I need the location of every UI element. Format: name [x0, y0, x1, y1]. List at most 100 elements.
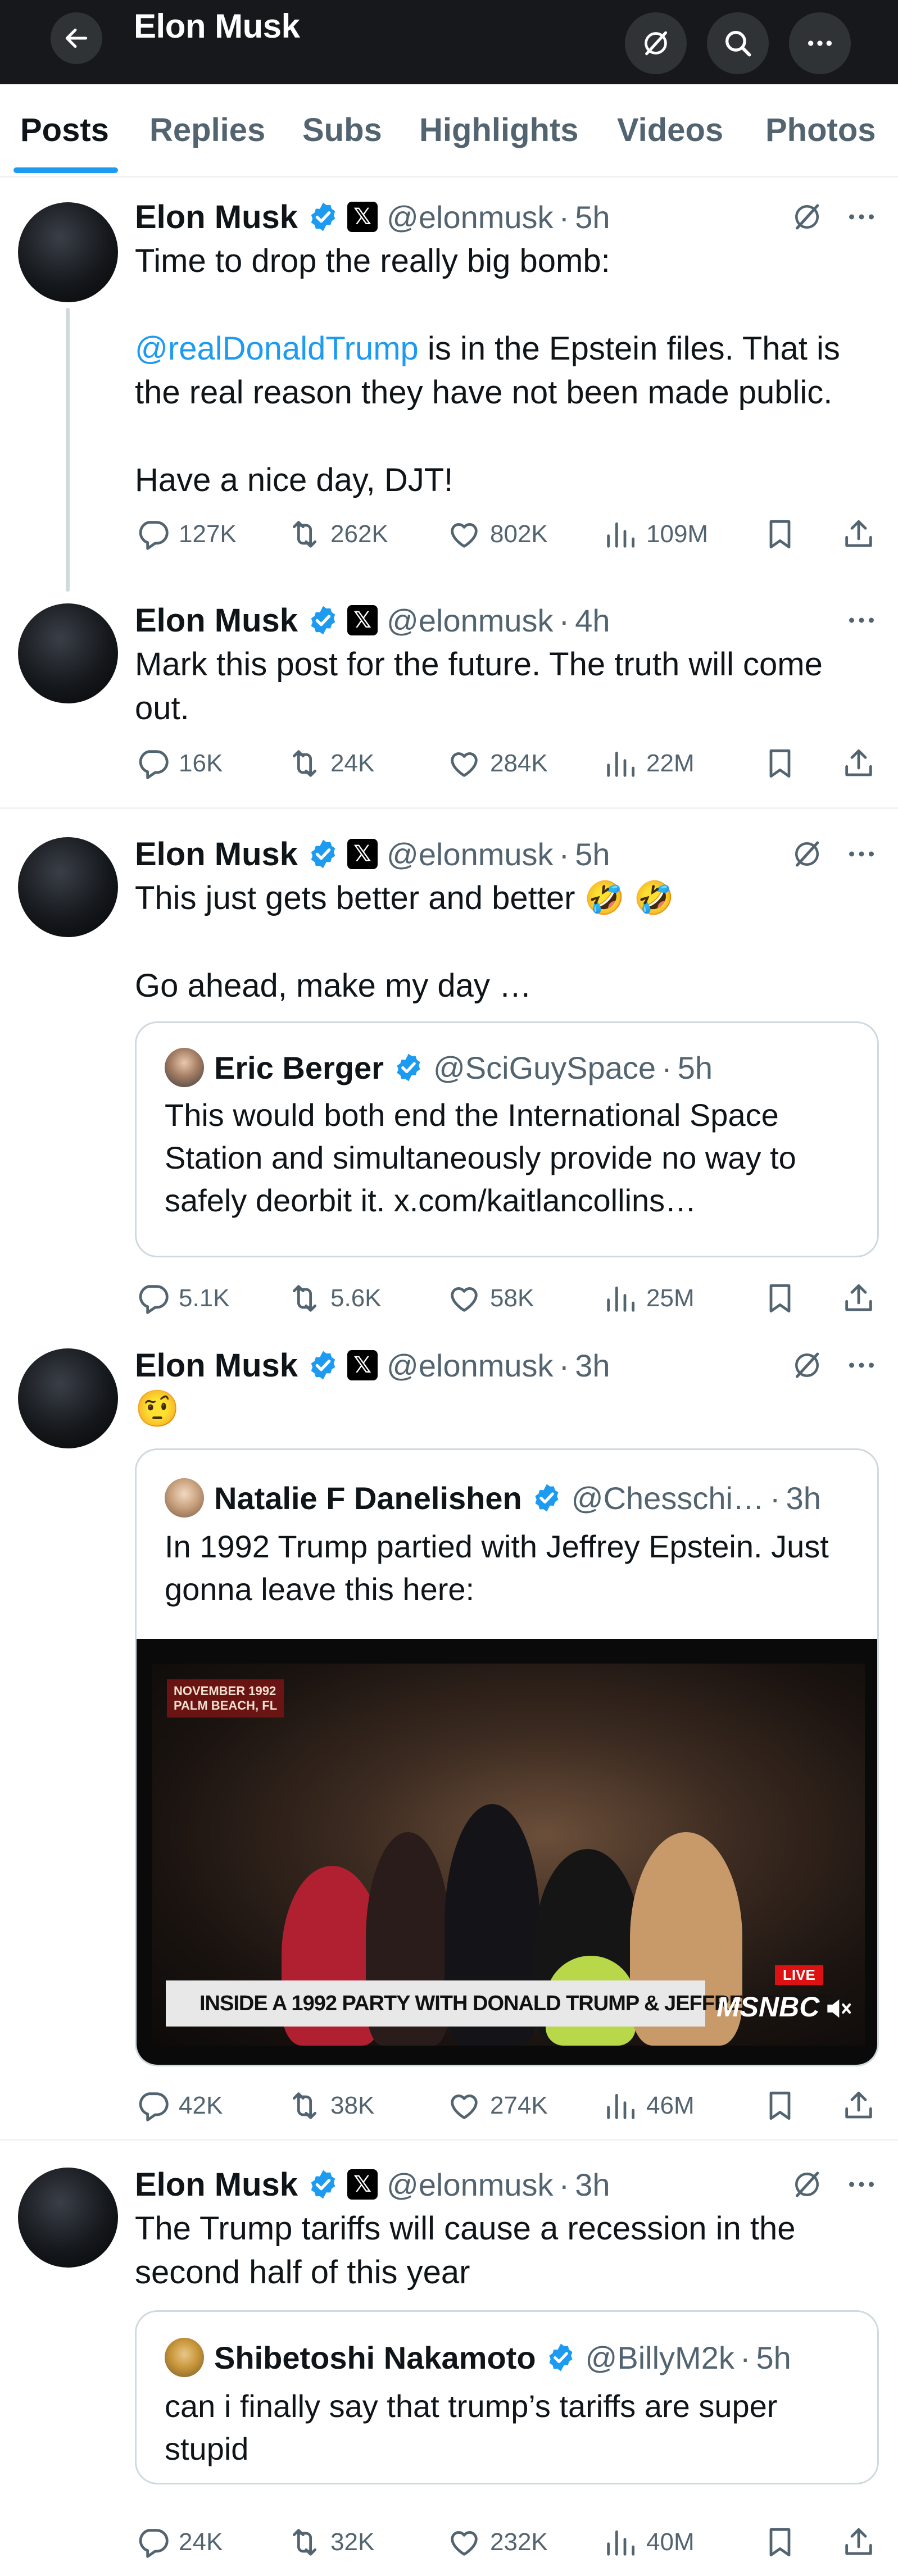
post[interactable]: Elon Musk 𝕏 @elonmusk · 4h Mark this pos…	[0, 593, 898, 809]
quoted-author-handle[interactable]: @BillyM2k	[586, 2339, 734, 2376]
avatar[interactable]	[18, 837, 118, 937]
like-button[interactable]: 274K	[446, 2086, 548, 2125]
quoted-author-handle[interactable]: @Chesschi…	[572, 1480, 764, 1516]
x-affiliate-badge-icon: 𝕏	[347, 605, 378, 635]
mention-link[interactable]: @realDonaldTrump	[135, 330, 419, 367]
bookmark-button[interactable]	[762, 2086, 806, 2125]
bookmark-button[interactable]	[762, 2523, 806, 2562]
avatar[interactable]	[18, 2168, 118, 2268]
quoted-author-name[interactable]: Natalie F Danelishen	[214, 1480, 522, 1516]
grok-icon[interactable]	[789, 2166, 825, 2202]
more-icon[interactable]	[842, 836, 881, 872]
reply-button[interactable]: 24K	[135, 2523, 223, 2562]
like-button[interactable]: 58K	[446, 1279, 534, 1318]
bookmark-button[interactable]	[762, 1279, 806, 1318]
repost-button[interactable]: 32K	[287, 2523, 374, 2562]
author-name[interactable]: Elon Musk	[135, 198, 298, 236]
post[interactable]: Elon Musk 𝕏 @elonmusk · 5h This just get…	[0, 809, 898, 1320]
quoted-author-name[interactable]: Eric Berger	[214, 1050, 384, 1086]
quoted-author-name[interactable]: Shibetoshi Nakamoto	[214, 2339, 536, 2376]
search-button[interactable]	[707, 12, 769, 74]
verified-badge-icon	[531, 1482, 563, 1514]
author-handle[interactable]: @elonmusk	[387, 836, 554, 873]
more-icon[interactable]	[842, 1347, 881, 1383]
share-button[interactable]	[841, 515, 885, 554]
back-button[interactable]	[51, 12, 102, 64]
tab-highlights[interactable]: Highlights	[419, 111, 579, 149]
author-name[interactable]: Elon Musk	[135, 1347, 298, 1384]
author-handle[interactable]: @elonmusk	[387, 1347, 554, 1384]
more-icon[interactable]	[842, 2166, 881, 2202]
like-button[interactable]: 232K	[446, 2523, 548, 2562]
grok-icon[interactable]	[789, 199, 825, 235]
grok-icon[interactable]	[789, 836, 825, 872]
share-button[interactable]	[841, 2523, 885, 2562]
avatar[interactable]	[18, 202, 118, 302]
views-button[interactable]: 109M	[602, 515, 708, 554]
author-name[interactable]: Elon Musk	[135, 2166, 298, 2204]
reply-button[interactable]: 16K	[135, 744, 223, 783]
quoted-avatar[interactable]	[165, 1478, 204, 1518]
reply-count: 16K	[179, 749, 223, 777]
post-time[interactable]: 3h	[575, 1347, 610, 1384]
share-button[interactable]	[841, 1279, 885, 1318]
quoted-post[interactable]: Shibetoshi Nakamoto @BillyM2k · 5h can i…	[135, 2310, 879, 2484]
quoted-post[interactable]: Eric Berger @SciGuySpace · 5h This would…	[135, 1021, 879, 1257]
post-time[interactable]: 5h	[575, 199, 610, 235]
tab-subs[interactable]: Subs	[302, 111, 382, 149]
post-time[interactable]: 3h	[575, 2166, 610, 2203]
separator-dot: ·	[559, 2166, 570, 2202]
grok-icon[interactable]	[789, 1347, 825, 1383]
avatar[interactable]	[18, 1348, 118, 1448]
bookmark-icon	[762, 2524, 798, 2560]
like-button[interactable]: 284K	[446, 744, 548, 783]
like-count: 284K	[490, 749, 548, 777]
tab-posts[interactable]: Posts	[20, 111, 109, 149]
quoted-avatar[interactable]	[165, 2338, 204, 2377]
author-handle[interactable]: @elonmusk	[387, 2166, 554, 2203]
views-button[interactable]: 22M	[602, 744, 695, 783]
quoted-author-handle[interactable]: @SciGuySpace	[433, 1050, 656, 1086]
quoted-post[interactable]: Natalie F Danelishen @Chesschi… · 3h In …	[135, 1448, 879, 2066]
post-text-line: Time to drop the really big bomb:	[135, 243, 610, 279]
author-handle[interactable]: @elonmusk	[387, 602, 554, 639]
reply-button[interactable]: 127K	[135, 515, 237, 554]
post[interactable]: Elon Musk 𝕏 @elonmusk · 3h 🤨 Natalie F D…	[0, 1320, 898, 2141]
video-tag-line: NOVEMBER 1992	[174, 1684, 276, 1698]
post[interactable]: Elon Musk 𝕏 @elonmusk · 3h The Trump tar…	[0, 2141, 898, 2576]
avatar[interactable]	[18, 603, 118, 703]
more-icon[interactable]	[842, 602, 881, 638]
reply-button[interactable]: 42K	[135, 2086, 223, 2125]
quoted-avatar[interactable]	[165, 1048, 204, 1087]
heart-icon	[446, 1280, 482, 1316]
tab-replies[interactable]: Replies	[149, 111, 265, 149]
bookmark-button[interactable]	[762, 744, 806, 783]
tab-photos[interactable]: Photos	[765, 111, 876, 149]
bookmark-button[interactable]	[762, 515, 806, 554]
post-time[interactable]: 5h	[575, 836, 610, 873]
x-affiliate-badge-icon: 𝕏	[347, 839, 378, 869]
grok-button[interactable]	[625, 12, 687, 74]
repost-button[interactable]: 262K	[287, 515, 388, 554]
like-button[interactable]: 802K	[446, 515, 548, 554]
repost-button[interactable]: 38K	[287, 2086, 374, 2125]
separator-dot: ·	[559, 199, 570, 235]
repost-button[interactable]: 5.6K	[287, 1279, 382, 1318]
views-button[interactable]: 46M	[602, 2086, 695, 2125]
views-button[interactable]: 40M	[602, 2523, 695, 2562]
more-icon[interactable]	[842, 199, 881, 235]
tab-videos[interactable]: Videos	[617, 111, 723, 149]
author-name[interactable]: Elon Musk	[135, 835, 298, 873]
share-button[interactable]	[841, 744, 885, 783]
post[interactable]: Elon Musk 𝕏 @elonmusk · 5h Time to drop …	[0, 178, 898, 593]
author-handle[interactable]: @elonmusk	[387, 199, 554, 235]
reply-button[interactable]: 5.1K	[135, 1279, 230, 1318]
video-player[interactable]: NOVEMBER 1992 PALM BEACH, FL LIVE INSIDE…	[137, 1639, 877, 2065]
author-name[interactable]: Elon Musk	[135, 602, 298, 639]
more-options-button[interactable]	[789, 12, 851, 74]
repost-button[interactable]: 24K	[287, 744, 374, 783]
share-button[interactable]	[841, 2086, 885, 2125]
mute-icon[interactable]	[822, 1993, 854, 2024]
post-time[interactable]: 4h	[575, 602, 610, 639]
views-button[interactable]: 25M	[602, 1279, 695, 1318]
